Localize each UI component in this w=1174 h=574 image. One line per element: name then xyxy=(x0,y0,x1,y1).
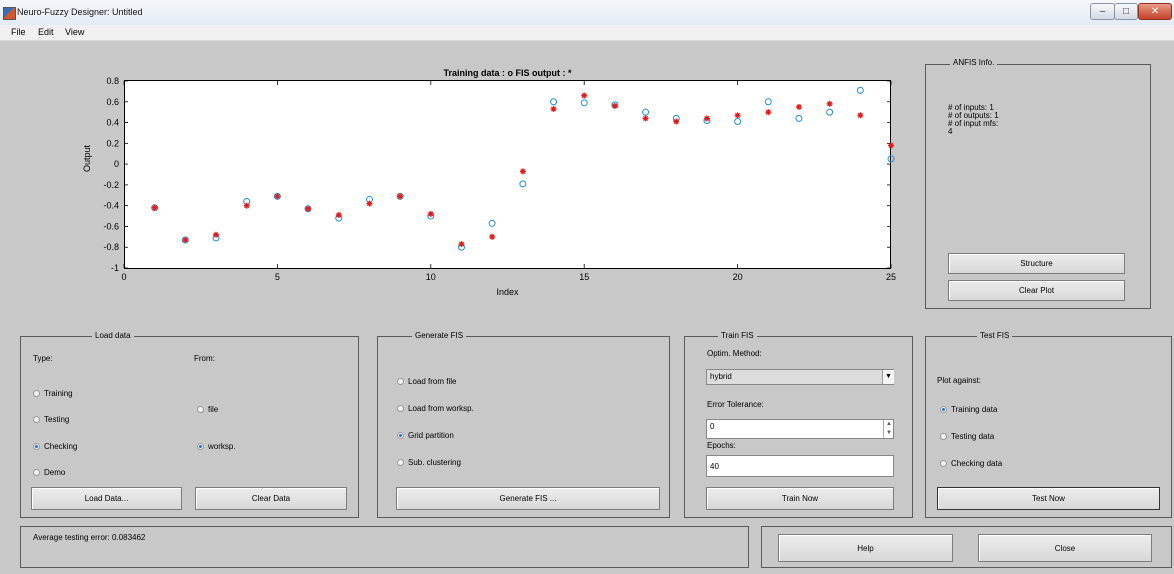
y-tick-label: -0.6 xyxy=(103,221,119,231)
x-tick-label: 15 xyxy=(579,272,589,282)
radio-workspace-label: worksp. xyxy=(208,442,236,451)
y-tick-label: 0.6 xyxy=(106,97,119,107)
radio-file[interactable] xyxy=(197,406,204,413)
minimize-button[interactable]: – xyxy=(1090,3,1115,20)
radio-checking-label: Checking xyxy=(44,442,78,451)
dropdown-arrow-icon[interactable]: ▼ xyxy=(882,370,894,384)
radio-load-from-file[interactable] xyxy=(397,378,404,385)
radio-checking[interactable] xyxy=(33,443,40,450)
x-axis-label: Index xyxy=(496,287,519,297)
menu-file[interactable]: File xyxy=(11,27,26,37)
maximize-button[interactable]: □ xyxy=(1114,3,1138,20)
radio-training-data[interactable] xyxy=(940,406,947,413)
anfis-info-input-mfs-value: 4 xyxy=(948,127,953,136)
test-fis-title: Test FIS xyxy=(977,331,1013,340)
radio-load-from-workspace[interactable] xyxy=(397,405,404,412)
average-testing-error: Average testing error: 0.083462 xyxy=(33,533,146,542)
radio-training[interactable] xyxy=(33,390,40,397)
y-tick-label: 0.8 xyxy=(106,76,119,86)
radio-training-data-label: Training data xyxy=(951,405,998,414)
y-tick-label: -1 xyxy=(111,263,119,273)
epochs-value: 40 xyxy=(710,462,719,471)
radio-testing[interactable] xyxy=(33,416,40,423)
menu-bar xyxy=(0,25,1174,41)
window-close-button[interactable]: ✕ xyxy=(1138,3,1172,20)
radio-grid-partition-label: Grid partition xyxy=(408,431,454,440)
x-tick-label: 10 xyxy=(426,272,436,282)
optim-method-value: hybrid xyxy=(710,372,732,381)
radio-demo-label: Demo xyxy=(44,468,66,477)
radio-checking-data[interactable] xyxy=(940,460,947,467)
plot-title: Training data : o FIS output : * xyxy=(443,68,572,78)
error-tolerance-value: 0 xyxy=(710,422,715,431)
radio-sub-clustering-label: Sub. clustering xyxy=(408,458,461,467)
radio-checking-data-label: Checking data xyxy=(951,459,1003,468)
radio-demo[interactable] xyxy=(33,469,40,476)
generate-fis-button[interactable]: Generate FIS ... xyxy=(396,487,660,510)
optim-method-label: Optim. Method: xyxy=(707,349,762,358)
help-button[interactable]: Help xyxy=(778,534,953,562)
error-tolerance-input[interactable]: 0 xyxy=(706,419,894,439)
radio-testing-data[interactable] xyxy=(940,433,947,440)
radio-workspace[interactable] xyxy=(197,443,204,450)
anfis-info-input-mfs-label: # of input mfs: xyxy=(948,119,999,128)
y-tick-label: 0.4 xyxy=(106,118,119,128)
radio-grid-partition[interactable] xyxy=(397,432,404,439)
window-title: Neuro-Fuzzy Designer: Untitled xyxy=(17,7,143,17)
clear-plot-button[interactable]: Clear Plot xyxy=(948,280,1125,301)
x-tick-label: 20 xyxy=(733,272,743,282)
train-now-button[interactable]: Train Now xyxy=(706,487,894,510)
x-tick-label: 25 xyxy=(886,272,896,282)
clear-data-button[interactable]: Clear Data xyxy=(195,487,347,510)
radio-testing-data-label: Testing data xyxy=(951,432,995,441)
test-now-button[interactable]: Test Now xyxy=(937,487,1160,510)
menu-edit[interactable]: Edit xyxy=(38,27,54,37)
maximize-icon: □ xyxy=(1122,6,1130,17)
y-axis-label: Output xyxy=(82,144,92,172)
train-fis-title: Train FIS xyxy=(718,331,757,340)
y-tick-label: -0.4 xyxy=(103,201,119,211)
close-button[interactable]: Close xyxy=(978,534,1152,562)
y-tick-label: -0.2 xyxy=(103,180,119,190)
minimize-icon: – xyxy=(1099,6,1106,17)
epochs-input[interactable]: 40 xyxy=(706,455,894,477)
radio-load-from-file-label: Load from file xyxy=(408,377,457,386)
epochs-label: Epochs: xyxy=(707,441,736,450)
scroll-arrows-icon[interactable]: ▲ ▼ xyxy=(883,420,894,438)
load-data-button[interactable]: Load Data... xyxy=(31,487,182,510)
matlab-app-icon xyxy=(3,7,16,20)
radio-training-label: Training xyxy=(44,389,73,398)
generate-fis-title: Generate FIS xyxy=(412,331,467,340)
y-tick-label: 0 xyxy=(114,159,119,169)
error-tolerance-label: Error Tolerance: xyxy=(707,400,764,409)
close-icon: ✕ xyxy=(1150,6,1160,17)
x-tick-label: 5 xyxy=(275,272,280,282)
radio-file-label: file xyxy=(208,405,219,414)
y-tick-label: -0.8 xyxy=(103,242,119,252)
load-data-title: Load data xyxy=(92,331,134,340)
y-tick-label: 0.2 xyxy=(106,138,119,148)
title-bar xyxy=(0,0,1174,25)
type-label: Type: xyxy=(33,354,53,363)
plot-against-label: Plot against: xyxy=(937,376,982,385)
anfis-info-title: ANFIS Info. xyxy=(950,58,998,67)
menu-view[interactable]: View xyxy=(65,27,84,37)
from-label: From: xyxy=(194,354,215,363)
x-tick-label: 0 xyxy=(121,272,126,282)
structure-button[interactable]: Structure xyxy=(948,253,1125,274)
optim-method-dropdown[interactable]: hybrid xyxy=(706,369,894,385)
radio-load-from-workspace-label: Load from worksp. xyxy=(408,404,474,413)
radio-testing-label: Testing xyxy=(44,415,70,424)
radio-sub-clustering[interactable] xyxy=(397,459,404,466)
plot-area xyxy=(124,80,891,269)
